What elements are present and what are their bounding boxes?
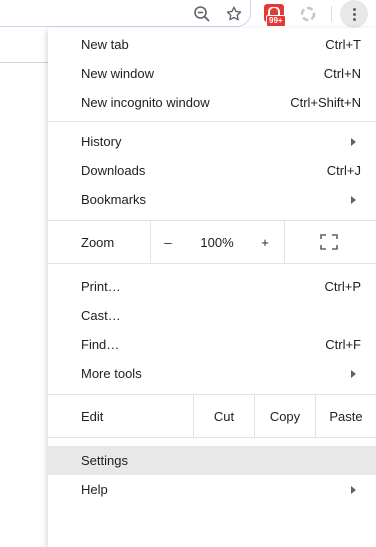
menu-item-downloads[interactable]: Downloads Ctrl+J (48, 156, 376, 185)
edit-label: Edit (81, 409, 104, 424)
menu-item-label: New tab (81, 37, 129, 52)
menu-item-new-incognito-window[interactable]: New incognito window Ctrl+Shift+N (48, 88, 376, 117)
submenu-arrow-icon (351, 486, 356, 494)
menu-item-label: Settings (81, 453, 128, 468)
chrome-app-menu: New tab Ctrl+T New window Ctrl+N New inc… (48, 28, 376, 547)
menu-item-label: New window (81, 66, 154, 81)
menu-item-shortcut: Ctrl+Shift+N (290, 95, 361, 110)
menu-separator (48, 121, 376, 122)
menu-item-label: History (81, 134, 122, 149)
menu-item-label: Find… (81, 337, 120, 352)
submenu-arrow-icon (351, 196, 356, 204)
menu-item-print[interactable]: Print… Ctrl+P (48, 272, 376, 301)
menu-item-shortcut: Ctrl+T (325, 37, 361, 52)
menu-item-bookmarks[interactable]: Bookmarks (48, 185, 376, 214)
menu-item-find[interactable]: Find… Ctrl+F (48, 330, 376, 359)
menu-item-new-tab[interactable]: New tab Ctrl+T (48, 30, 376, 59)
menu-item-shortcut: Ctrl+N (323, 66, 361, 81)
zoom-divider (284, 221, 285, 263)
menu-item-label: Bookmarks (81, 192, 147, 207)
menu-item-history[interactable]: History (48, 127, 376, 156)
zoom-level: 100% (200, 235, 234, 250)
extension-badge: 99+ (266, 15, 286, 27)
menu-item-cast[interactable]: Cast… (48, 301, 376, 330)
menu-item-settings[interactable]: Settings (48, 446, 376, 475)
menu-item-label: Help (81, 482, 108, 497)
submenu-arrow-icon (351, 138, 356, 146)
zoom-out-button[interactable]: – (160, 235, 176, 250)
bookmark-star-icon[interactable] (222, 2, 246, 26)
page-divider (0, 62, 48, 63)
cut-button[interactable]: Cut (194, 409, 254, 424)
menu-item-shortcut: Ctrl+F (325, 337, 361, 352)
menu-item-label: More tools (81, 366, 142, 381)
edit-row: Edit Cut Copy Paste (48, 395, 376, 437)
menu-item-new-window[interactable]: New window Ctrl+N (48, 59, 376, 88)
zoom-in-button[interactable]: + (257, 235, 273, 250)
sync-extension-icon[interactable] (296, 2, 320, 26)
zoom-row: Zoom – 100% + (48, 221, 376, 263)
submenu-arrow-icon (351, 370, 356, 378)
menu-item-shortcut: Ctrl+P (324, 279, 361, 294)
menu-separator (48, 437, 376, 438)
paste-button[interactable]: Paste (316, 409, 376, 424)
copy-button[interactable]: Copy (255, 409, 315, 424)
menu-item-label: Print… (81, 279, 121, 294)
browser-toolbar: 99+ (0, 0, 376, 30)
three-dots-vertical-icon (352, 7, 356, 21)
zoom-out-icon[interactable] (190, 2, 214, 26)
fullscreen-icon[interactable] (320, 234, 338, 250)
menu-item-help[interactable]: Help (48, 475, 376, 504)
toolbar-divider (331, 6, 332, 22)
menu-item-more-tools[interactable]: More tools (48, 359, 376, 388)
zoom-label: Zoom (81, 235, 115, 250)
menu-item-label: Downloads (81, 163, 146, 178)
zoom-divider (150, 221, 151, 263)
menu-item-shortcut: Ctrl+J (326, 163, 361, 178)
chrome-menu-button[interactable] (340, 0, 368, 28)
menu-separator (48, 263, 376, 264)
menu-item-label: New incognito window (81, 95, 210, 110)
menu-item-label: Cast… (81, 308, 121, 323)
